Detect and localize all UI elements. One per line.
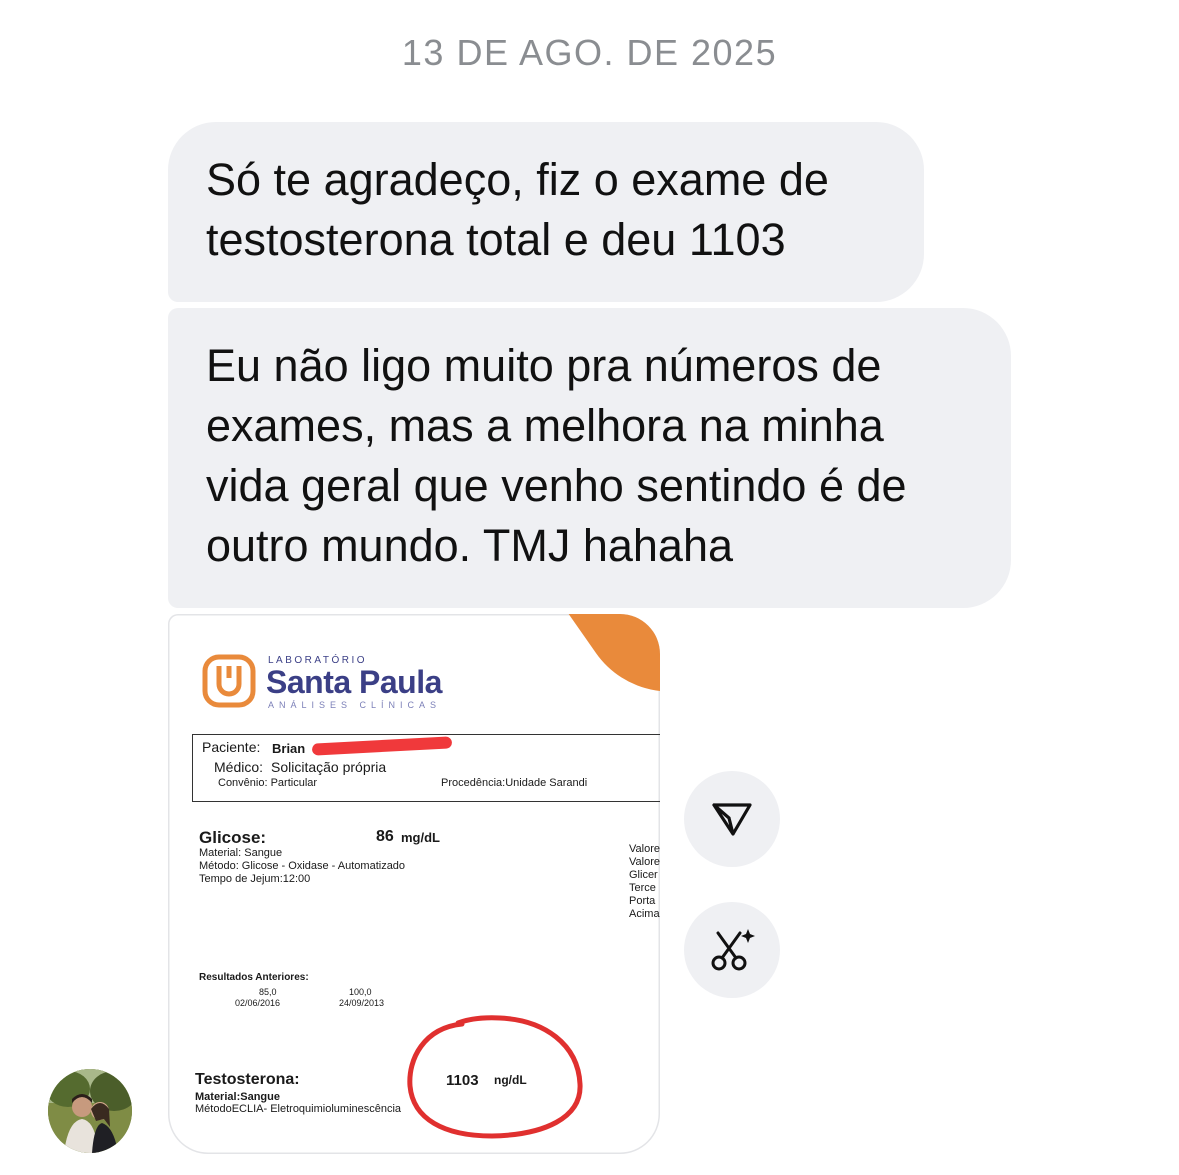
share-button[interactable] [684, 771, 780, 867]
testosterone-method: MétodoECLIA- Eletroquimioluminescência [195, 1103, 402, 1115]
glicose-value: 86 [376, 828, 394, 845]
red-circle-annotation [407, 1015, 583, 1139]
message-text: Só te agradeço, fiz o exame de testoster… [206, 154, 829, 265]
lab-name: Santa Paula [266, 664, 442, 700]
glicose-details: Material: Sangue Método: Glicose - Oxida… [199, 847, 406, 885]
patient-label: Paciente: [202, 739, 261, 755]
avatar-photo [48, 1069, 132, 1153]
previous-result-date: 24/09/2013 [339, 998, 385, 1008]
avatar[interactable] [48, 1069, 132, 1153]
lab-report-document: LABORATÓRIO Santa Paula ANÁLISES CLÍNICA… [168, 614, 660, 1154]
send-icon [712, 803, 752, 836]
doctor-value: Solicitação própria [271, 759, 387, 775]
message-bubble[interactable]: Só te agradeço, fiz o exame de testoster… [168, 122, 924, 302]
doctor-label: Médico: [214, 759, 264, 775]
convenio-text: Convênio: Particular [218, 777, 318, 789]
glicose-unit: mg/dL [401, 830, 440, 845]
lab-subtitle: ANÁLISES CLÍNICAS [268, 700, 442, 710]
glicose-label: Glicose: [199, 828, 267, 847]
scissors-sparkle-icon [711, 929, 755, 971]
orange-decoration [555, 614, 660, 727]
message-bubble[interactable]: Eu não ligo muito pra números de exames,… [168, 308, 1011, 608]
previous-results-label: Resultados Anteriores: [199, 972, 309, 983]
image-attachment[interactable]: LABORATÓRIO Santa Paula ANÁLISES CLÍNICA… [168, 614, 660, 1154]
cutout-button[interactable] [684, 902, 780, 998]
message-text: Eu não ligo muito pra números de exames,… [206, 340, 907, 571]
lab-logo-icon [202, 654, 256, 708]
reference-values-cut: Valore Valore Glicer Terce Porta Acima [629, 843, 660, 920]
procedencia-text: Procedência:Unidade Sarandi [441, 777, 588, 789]
patient-name: Brian [272, 741, 306, 756]
date-separator: 13 DE AGO. DE 2025 [401, 32, 778, 73]
previous-result-date: 02/06/2016 [235, 998, 281, 1008]
testosterone-label: Testosterona: [195, 1071, 300, 1088]
